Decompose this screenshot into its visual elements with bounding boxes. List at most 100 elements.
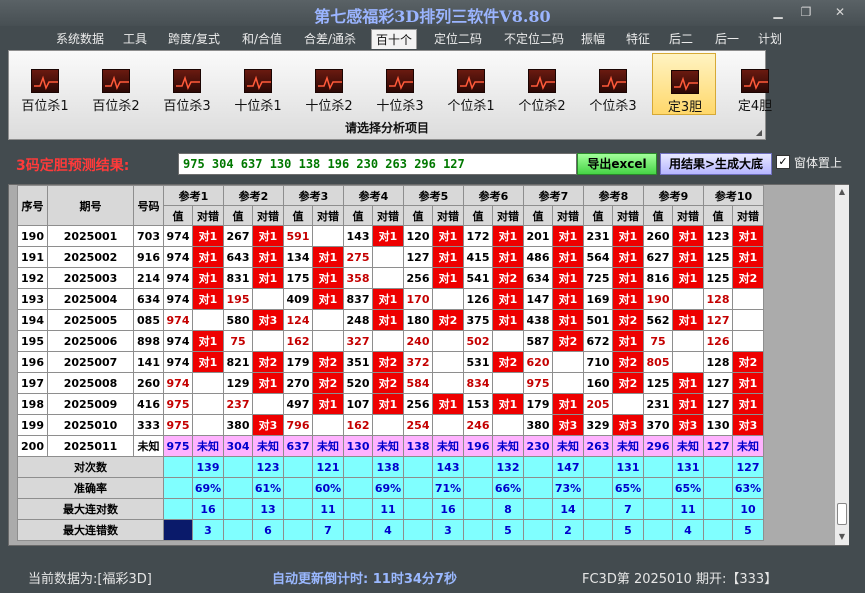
stat-blank[interactable] [523, 519, 553, 541]
cell-ref-value[interactable]: 501 [583, 309, 613, 331]
menu-item-7[interactable]: 定位二码 [428, 29, 488, 49]
col-header-ref-2[interactable]: 参考2 [223, 185, 284, 206]
cell-ref-value[interactable]: 130 [703, 414, 733, 436]
cell-ref-hit[interactable]: 对1 [672, 225, 704, 247]
table-row[interactable]: 195 2025006 898 974 对1 75 162 327 240 502 587 对2 672… [17, 330, 764, 352]
stat-blank[interactable] [163, 456, 193, 478]
cell-ref-hit[interactable]: 对1 [672, 309, 704, 331]
cell-ref-hit[interactable]: 对1 [252, 246, 284, 268]
cell-issue[interactable]: 2025005 [47, 309, 134, 331]
cell-ref-hit[interactable]: 对1 [732, 393, 764, 415]
stat-label[interactable]: 准确率 [17, 477, 164, 499]
menu-item-2[interactable]: 工具 [118, 29, 152, 49]
stat-value[interactable]: 121 [312, 456, 344, 478]
table-row[interactable]: 199 2025010 333 975 380 对3 796 162 254 246 380 对3 32… [17, 414, 764, 436]
cell-predicted-hit[interactable]: 未知 [312, 435, 344, 457]
stat-value[interactable]: 73% [552, 477, 584, 499]
cell-ref-value[interactable]: 327 [343, 330, 373, 352]
stat-blank[interactable] [343, 477, 373, 499]
restore-icon[interactable]: ❐ [798, 5, 814, 19]
cell-ref-value[interactable]: 75 [223, 330, 253, 352]
stat-value[interactable]: 60% [312, 477, 344, 499]
close-icon[interactable]: ✕ [832, 5, 848, 19]
stat-blank[interactable] [223, 519, 253, 541]
cell-ref-value[interactable]: 975 [523, 372, 553, 394]
col-header-ref-10[interactable]: 参考10 [703, 185, 764, 206]
cell-predicted-hit[interactable]: 未知 [252, 435, 284, 457]
stat-label[interactable]: 最大连对数 [17, 498, 164, 520]
cell-ref-hit[interactable] [732, 309, 764, 331]
cell-predicted-hit[interactable]: 未知 [372, 435, 404, 457]
cell-ref-hit[interactable]: 对1 [672, 267, 704, 289]
ribbon-button-8[interactable]: 个位杀2 [510, 53, 574, 115]
ribbon-button-7[interactable]: 个位杀1 [439, 53, 503, 115]
cell-ref-hit[interactable]: 对1 [192, 330, 224, 352]
scroll-thumb[interactable] [837, 503, 847, 525]
export-excel-button[interactable]: 导出excel [577, 153, 657, 175]
cell-ref-value[interactable]: 627 [643, 246, 673, 268]
stat-blank[interactable] [403, 456, 433, 478]
menu-item-1[interactable]: 系统数据 [50, 29, 110, 49]
cell-ref-hit[interactable] [372, 267, 404, 289]
cell-ref-hit[interactable] [492, 414, 524, 436]
cell-ref-value[interactable]: 634 [523, 267, 553, 289]
cell-ref-value[interactable]: 409 [283, 288, 313, 310]
stat-blank[interactable] [703, 477, 733, 499]
result-value-field[interactable]: 975 304 637 130 138 196 230 263 296 127 [178, 153, 577, 175]
cell-ref-hit[interactable]: 对2 [732, 351, 764, 373]
stat-blank[interactable] [223, 456, 253, 478]
scroll-down-icon[interactable]: ▼ [835, 530, 849, 544]
cell-ref-value[interactable]: 974 [163, 246, 193, 268]
stat-value[interactable]: 63% [732, 477, 764, 499]
col-header-number[interactable]: 号码 [133, 185, 164, 226]
cell-predicted-value[interactable]: 138 [403, 435, 433, 457]
cell-ref-hit[interactable]: 对3 [252, 309, 284, 331]
cell-ref-hit[interactable] [192, 372, 224, 394]
cell-ref-value[interactable]: 75 [643, 330, 673, 352]
cell-predicted-value[interactable]: 263 [583, 435, 613, 457]
cell-ref-hit[interactable]: 对2 [372, 372, 404, 394]
cell-ref-hit[interactable] [372, 246, 404, 268]
cell-seq[interactable]: 198 [17, 393, 48, 415]
cell-ref-value[interactable]: 125 [703, 246, 733, 268]
stat-value[interactable]: 14 [552, 498, 584, 520]
cell-ref-hit[interactable] [192, 414, 224, 436]
cell-predicted-hit[interactable]: 未知 [492, 435, 524, 457]
cell-ref-value[interactable]: 497 [283, 393, 313, 415]
cell-ref-value[interactable]: 975 [163, 393, 193, 415]
cell-ref-hit[interactable] [312, 414, 344, 436]
stat-value[interactable]: 65% [612, 477, 644, 499]
cell-ref-value[interactable]: 351 [343, 351, 373, 373]
stat-blank[interactable] [703, 519, 733, 541]
cell-number[interactable]: 416 [133, 393, 164, 415]
cell-number[interactable]: 未知 [133, 435, 164, 457]
table-row[interactable]: 197 2025008 260 974 129 对1 270 对2 520 对2 584 834 975… [17, 372, 764, 394]
cell-ref-value[interactable]: 190 [643, 288, 673, 310]
stat-label[interactable]: 最大连错数 [17, 519, 164, 541]
cell-seq[interactable]: 199 [17, 414, 48, 436]
cell-ref-value[interactable]: 816 [643, 267, 673, 289]
cell-ref-hit[interactable]: 对1 [552, 288, 584, 310]
cell-ref-hit[interactable]: 对1 [552, 393, 584, 415]
sub-header-hit[interactable]: 对错 [432, 205, 464, 226]
cell-ref-value[interactable]: 502 [463, 330, 493, 352]
stat-blank[interactable] [283, 456, 313, 478]
cell-ref-hit[interactable]: 对1 [492, 225, 524, 247]
stat-blank[interactable] [643, 519, 673, 541]
cell-ref-value[interactable]: 375 [463, 309, 493, 331]
cell-ref-value[interactable]: 370 [643, 414, 673, 436]
stat-value[interactable]: 7 [612, 498, 644, 520]
cell-issue[interactable]: 2025011 [47, 435, 134, 457]
sub-header-hit[interactable]: 对错 [672, 205, 704, 226]
cell-ref-value[interactable]: 796 [283, 414, 313, 436]
cell-ref-value[interactable]: 120 [403, 225, 433, 247]
cell-seq[interactable]: 195 [17, 330, 48, 352]
cell-predicted-value[interactable]: 196 [463, 435, 493, 457]
table-row[interactable]: 193 2025004 634 974 对1 195 409 对1 837 对1 170 126 对1 1… [17, 288, 764, 310]
cell-ref-hit[interactable]: 对1 [252, 225, 284, 247]
sub-header-hit[interactable]: 对错 [612, 205, 644, 226]
cell-ref-hit[interactable]: 对1 [432, 225, 464, 247]
cell-ref-value[interactable]: 415 [463, 246, 493, 268]
cell-ref-value[interactable]: 805 [643, 351, 673, 373]
cell-ref-value[interactable]: 231 [583, 225, 613, 247]
